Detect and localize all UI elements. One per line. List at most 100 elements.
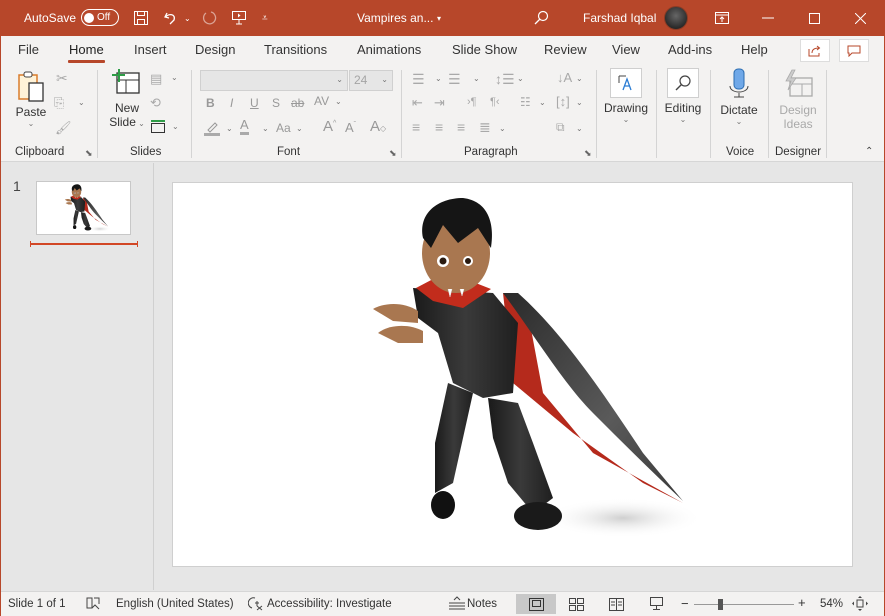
tab-insert[interactable]: Insert <box>134 42 167 57</box>
layout-icon[interactable]: ▤ <box>150 71 162 87</box>
accessibility-status[interactable]: Accessibility: Investigate <box>267 598 392 610</box>
tab-slide-show[interactable]: Slide Show <box>452 42 517 57</box>
align-text-icon[interactable]: [↕] <box>556 94 570 109</box>
highlight-dropdown-icon[interactable]: ⌄ <box>226 124 233 133</box>
tab-design[interactable]: Design <box>195 42 235 57</box>
section-icon[interactable] <box>150 119 166 137</box>
drawing-button[interactable]: Drawing ⌄ <box>601 68 651 124</box>
notes-button[interactable]: Notes <box>467 598 497 610</box>
zoom-in-button[interactable]: + <box>798 595 806 610</box>
change-case-icon[interactable]: Aa <box>276 121 291 135</box>
notes-icon[interactable] <box>449 596 465 613</box>
increase-font-size-icon[interactable]: A^ <box>323 118 336 135</box>
line-spacing-icon[interactable]: ↕☰ <box>495 71 515 88</box>
numbering-icon[interactable]: ☰ <box>448 71 461 88</box>
dictate-button[interactable]: Dictate ⌄ <box>715 68 763 126</box>
font-name-combobox[interactable]: ⌄ <box>200 70 348 91</box>
italic-icon[interactable]: I <box>230 96 233 110</box>
cut-icon[interactable]: ✂ <box>56 70 68 87</box>
copy-dropdown-icon[interactable]: ⌄ <box>78 98 85 107</box>
fit-to-window-icon[interactable] <box>852 596 868 614</box>
zoom-level[interactable]: 54% <box>820 598 843 610</box>
text-direction-icon[interactable]: ↓A <box>557 70 572 85</box>
columns-dropdown-icon[interactable]: ⌄ <box>539 98 546 107</box>
smartart-icon[interactable]: ⧉ <box>556 120 565 135</box>
share-button[interactable] <box>800 39 830 62</box>
tab-add-ins[interactable]: Add-ins <box>668 42 712 57</box>
align-left-icon[interactable]: ≡ <box>412 119 420 135</box>
strikethrough-icon[interactable]: ab <box>291 96 304 110</box>
new-slide-button[interactable]: New Slide ⌄ <box>107 68 147 129</box>
format-painter-icon[interactable]: 🖌 <box>55 120 72 136</box>
undo-dropdown-icon[interactable]: ⌄ <box>184 0 191 36</box>
document-title[interactable]: Vampires an... <box>357 0 433 36</box>
shadow-icon[interactable]: S <box>272 96 280 110</box>
tab-help[interactable]: Help <box>741 42 768 57</box>
normal-view-button[interactable] <box>516 594 556 614</box>
font-color-icon[interactable]: A <box>240 118 249 135</box>
paste-button[interactable]: Paste ⌄ <box>13 68 49 128</box>
copy-icon[interactable]: ⎘ <box>54 95 64 111</box>
bullets-dropdown-icon[interactable]: ⌄ <box>435 74 442 83</box>
redo-icon[interactable] <box>201 0 217 36</box>
ltr-icon[interactable]: ›¶ <box>467 96 477 108</box>
zoom-slider-thumb[interactable] <box>718 599 723 610</box>
text-direction-dropdown-icon[interactable]: ⌄ <box>576 74 583 83</box>
minimize-button[interactable] <box>745 0 791 36</box>
tab-file[interactable]: File <box>18 42 39 57</box>
bold-icon[interactable]: B <box>206 96 215 110</box>
customize-qat-icon[interactable]: ⩡ <box>262 0 268 36</box>
autosave-toggle[interactable]: Off <box>81 9 119 26</box>
ribbon-display-options-icon[interactable] <box>714 0 730 36</box>
spelling-check-icon[interactable] <box>86 596 100 613</box>
paragraph-launcher-icon[interactable]: ⬊ <box>584 148 592 159</box>
title-dropdown-icon[interactable]: ▾ <box>437 0 441 36</box>
zoom-slider-track[interactable] <box>694 604 794 605</box>
search-icon[interactable] <box>533 0 549 36</box>
slide-sorter-view-button[interactable] <box>556 594 596 614</box>
highlight-icon[interactable] <box>204 120 222 139</box>
change-case-dropdown-icon[interactable]: ⌄ <box>296 124 303 133</box>
accessibility-icon[interactable] <box>247 596 264 614</box>
slide-thumbnail[interactable] <box>36 181 131 235</box>
user-name[interactable]: Farshad Iqbal <box>583 0 656 36</box>
tab-review[interactable]: Review <box>544 42 587 57</box>
undo-icon[interactable] <box>163 0 179 36</box>
save-icon[interactable] <box>133 0 149 36</box>
maximize-button[interactable] <box>791 0 837 36</box>
font-size-combobox[interactable]: 24 ⌄ <box>349 70 393 91</box>
clear-formatting-icon[interactable]: A◇ <box>370 118 386 135</box>
section-dropdown-icon[interactable]: ⌄ <box>172 122 179 131</box>
comments-button[interactable] <box>839 39 869 62</box>
design-ideas-button[interactable]: Design Ideas <box>773 68 823 131</box>
align-text-dropdown-icon[interactable]: ⌄ <box>576 98 583 107</box>
tab-animations[interactable]: Animations <box>357 42 421 57</box>
underline-icon[interactable]: U <box>250 96 259 110</box>
rtl-icon[interactable]: ¶‹ <box>490 96 500 108</box>
zoom-out-button[interactable]: − <box>681 596 689 611</box>
present-from-beginning-icon[interactable] <box>231 0 247 36</box>
font-color-dropdown-icon[interactable]: ⌄ <box>262 124 269 133</box>
tab-home[interactable]: Home <box>68 42 105 63</box>
vampire-character-image[interactable] <box>173 183 853 567</box>
justify-icon[interactable]: ≣ <box>479 119 491 136</box>
line-spacing-dropdown-icon[interactable]: ⌄ <box>517 74 524 83</box>
character-spacing-dropdown-icon[interactable]: ⌄ <box>335 97 342 106</box>
numbering-dropdown-icon[interactable]: ⌄ <box>473 74 480 83</box>
close-button[interactable] <box>837 0 883 36</box>
collapse-ribbon-icon[interactable]: ⌃ <box>865 146 873 157</box>
language-indicator[interactable]: English (United States) <box>116 598 234 610</box>
decrease-indent-icon[interactable]: ⇤ <box>412 95 423 111</box>
columns-icon[interactable]: ☷ <box>520 95 531 109</box>
reading-view-button[interactable] <box>596 594 636 614</box>
align-center-icon[interactable]: ≡ <box>435 119 443 135</box>
justify-dropdown-icon[interactable]: ⌄ <box>499 124 506 133</box>
increase-indent-icon[interactable]: ⇥ <box>434 95 445 111</box>
tab-view[interactable]: View <box>612 42 640 57</box>
avatar[interactable] <box>664 6 688 30</box>
character-spacing-icon[interactable]: AV <box>314 94 329 108</box>
decrease-font-size-icon[interactable]: Aˇ <box>345 120 356 135</box>
reset-icon[interactable]: ⟲ <box>150 95 161 111</box>
slide-canvas[interactable] <box>172 182 853 567</box>
bullets-icon[interactable]: ☰ <box>412 71 425 88</box>
